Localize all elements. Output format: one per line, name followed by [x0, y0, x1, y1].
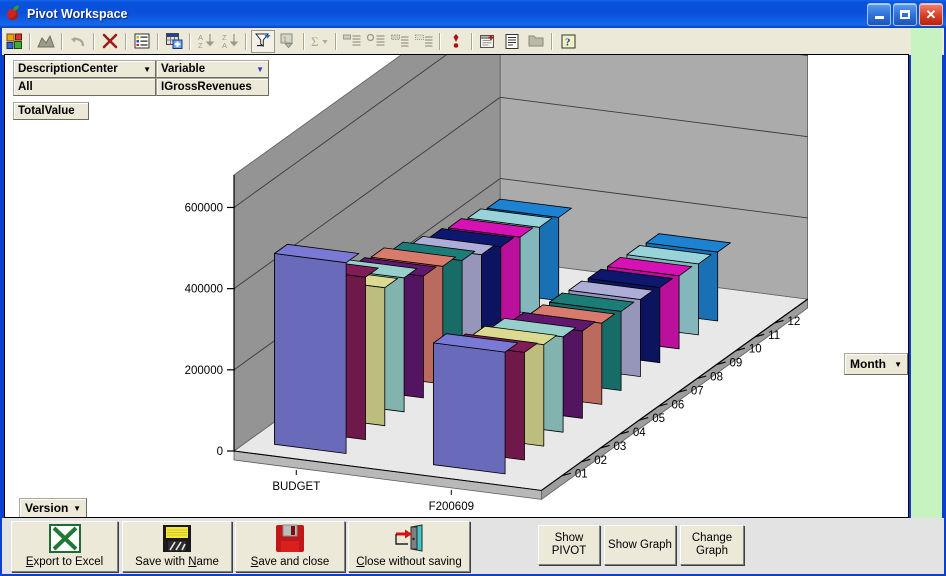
button-label-line2: PIVOT — [551, 545, 587, 557]
svg-text:01: 01 — [575, 469, 588, 481]
svg-text:10: 10 — [749, 344, 762, 356]
button-label: Change Graph — [692, 532, 732, 558]
close-without-saving-button[interactable]: Close without saving — [348, 521, 470, 572]
toolbar-separator — [439, 32, 441, 50]
window-title: Pivot Workspace — [27, 7, 128, 21]
svg-text:BUDGET: BUDGET — [272, 481, 320, 493]
toolbar-separator — [551, 32, 553, 50]
show-graph-button[interactable]: Show Graph — [604, 525, 676, 565]
svg-text:200000: 200000 — [185, 365, 223, 377]
svg-text:Σ: Σ — [311, 34, 319, 49]
chevron-down-icon[interactable]: ▼ — [73, 504, 81, 513]
delete-icon[interactable] — [99, 31, 121, 52]
toolbar-separator — [189, 32, 191, 50]
sort-ascending-icon[interactable]: A Z — [195, 31, 217, 52]
add-table-icon[interactable] — [163, 31, 185, 52]
svg-text:03: 03 — [614, 441, 627, 453]
apple-icon — [4, 5, 22, 23]
save-and-close-button[interactable]: Save and close — [235, 521, 345, 572]
minimize-button[interactable] — [867, 3, 891, 26]
properties-icon[interactable] — [501, 31, 523, 52]
expand-item-icon[interactable] — [341, 31, 363, 52]
change-graph-button[interactable]: Change Graph — [680, 525, 744, 565]
toolbar-separator — [157, 32, 159, 50]
toolbar-separator — [93, 32, 95, 50]
svg-text:07: 07 — [691, 385, 704, 397]
exit-door-icon — [391, 522, 427, 556]
chart-canvas: 0 200000 400000 600000 01 02 03 04 05 06 07 08 09 10 1… — [185, 55, 808, 513]
floppy-yellow-icon — [161, 522, 193, 556]
toolbar-separator — [335, 32, 337, 50]
new-report-icon[interactable] — [477, 31, 499, 52]
svg-text:08: 08 — [710, 371, 723, 383]
svg-text:F200609: F200609 — [429, 501, 474, 513]
svg-text:12: 12 — [787, 316, 800, 328]
svg-text:600000: 600000 — [185, 202, 223, 214]
month-field-button[interactable]: Month ▼ — [844, 353, 908, 375]
title-bar: Pivot Workspace ✕ — [0, 0, 946, 28]
window-controls: ✕ — [867, 3, 943, 26]
button-label-line2: Graph — [696, 545, 728, 557]
collapse-item-icon[interactable] — [365, 31, 387, 52]
filter-field-icon[interactable]: 1 — [277, 31, 299, 52]
svg-text:09: 09 — [730, 358, 743, 370]
export-to-excel-button[interactable]: Export to Excel — [11, 521, 118, 572]
svg-text:1: 1 — [283, 37, 287, 44]
sort-descending-icon[interactable]: Z A — [219, 31, 241, 52]
toolbar-separator — [303, 32, 305, 50]
button-label: Export to Excel — [25, 556, 104, 568]
workspace-client-area: DescriptionCenter ▼ Variable ▼ All IGros… — [4, 54, 909, 518]
autosum-icon[interactable]: Σ — [309, 31, 331, 52]
chevron-down-icon[interactable]: ▼ — [894, 360, 902, 369]
toolbar-separator — [471, 32, 473, 50]
svg-text:Z: Z — [198, 41, 203, 49]
chart-3d-bar: 0 200000 400000 600000 01 02 03 04 05 06 07 08 09 10 1… — [5, 55, 908, 517]
save-with-name-button[interactable]: Save with Name — [122, 521, 232, 572]
button-label: Show PIVOT — [552, 532, 587, 558]
help-icon[interactable]: ? — [557, 31, 579, 52]
svg-text:11: 11 — [768, 330, 780, 342]
folder-icon[interactable] — [525, 31, 547, 52]
excel-icon — [48, 522, 82, 556]
show-pivot-button[interactable]: Show PIVOT — [538, 525, 600, 565]
pivot-layout-icon[interactable] — [3, 31, 25, 52]
exclamation-icon[interactable] — [445, 31, 467, 52]
svg-text:04: 04 — [633, 427, 646, 439]
version-field-label: Version — [25, 501, 69, 515]
svg-text:?: ? — [565, 36, 571, 48]
svg-text:02: 02 — [594, 455, 607, 467]
application-window: Pivot Workspace ✕ A Z Z A 1 Σ ? Descript… — [0, 0, 946, 576]
button-label: Save and close — [250, 556, 330, 568]
svg-text:0: 0 — [217, 446, 223, 458]
toolbar-separator — [61, 32, 63, 50]
autofilter-icon[interactable] — [251, 29, 275, 53]
svg-text:05: 05 — [652, 413, 665, 425]
field-list-icon[interactable] — [131, 31, 153, 52]
svg-text:06: 06 — [672, 399, 685, 411]
side-panel — [911, 28, 942, 519]
undo-icon[interactable] — [67, 31, 89, 52]
toolbar-separator — [29, 32, 31, 50]
button-label: Save with Name — [135, 556, 219, 568]
month-field-label: Month — [850, 357, 886, 371]
toolbar-separator — [125, 32, 127, 50]
chart-icon[interactable] — [35, 31, 57, 52]
hide-detail-icon[interactable] — [413, 31, 435, 52]
maximize-button[interactable] — [893, 3, 917, 26]
show-detail-icon[interactable] — [389, 31, 411, 52]
floppy-red-icon — [274, 522, 306, 556]
button-label: Close without saving — [356, 556, 462, 568]
version-field-button[interactable]: Version ▼ — [19, 498, 87, 517]
close-button[interactable]: ✕ — [919, 3, 943, 26]
toolbar-separator — [245, 32, 247, 50]
toolbar: A Z Z A 1 Σ ? — [2, 28, 944, 55]
svg-text:A: A — [222, 41, 227, 49]
button-label-line1: Change — [691, 532, 733, 544]
svg-text:400000: 400000 — [185, 284, 223, 296]
button-label: Show Graph — [608, 538, 672, 551]
button-label-line1: Show — [554, 532, 584, 544]
